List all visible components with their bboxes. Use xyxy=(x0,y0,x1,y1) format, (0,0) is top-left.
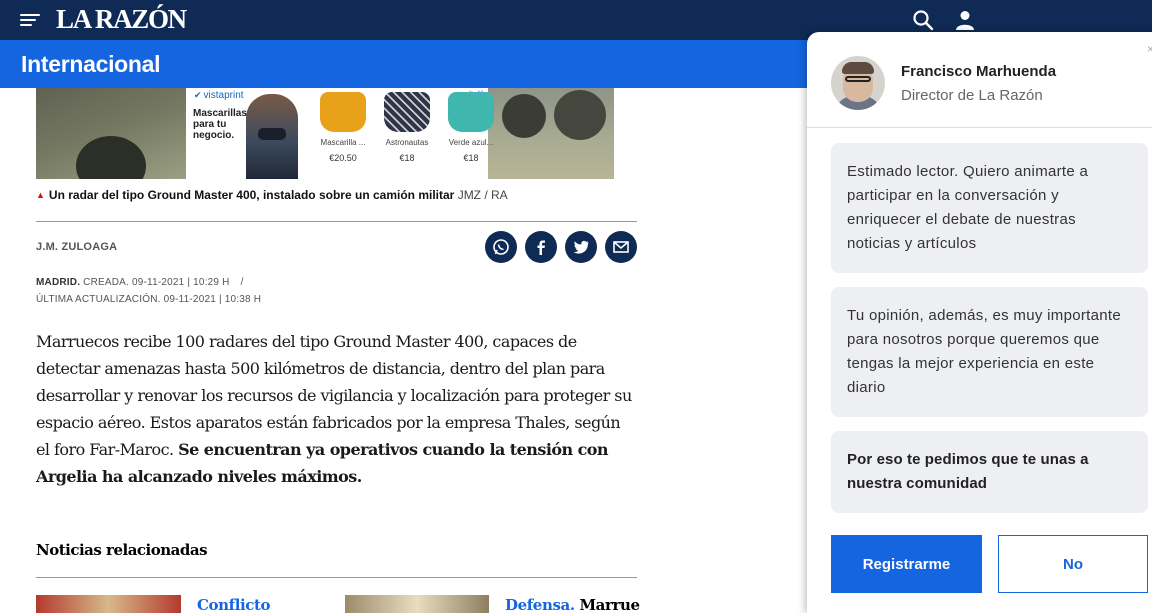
related-thumbnail[interactable] xyxy=(345,595,489,613)
caption-triangle-icon: ▲ xyxy=(36,190,45,200)
related-link[interactable]: Conflicto xyxy=(197,596,271,613)
register-button[interactable]: Registrarme xyxy=(831,535,982,593)
hamburger-menu-icon[interactable] xyxy=(20,12,40,28)
whatsapp-icon xyxy=(493,239,509,255)
ad-product-name: Astronautas xyxy=(385,138,429,147)
decline-button[interactable]: No xyxy=(998,535,1148,593)
share-email-button[interactable] xyxy=(605,231,637,263)
caption-text: Un radar del tipo Ground Master 400, ins… xyxy=(48,188,455,202)
share-twitter-button[interactable] xyxy=(565,231,597,263)
ad-headline: Mascarillas para tu negocio. xyxy=(193,108,247,141)
message-bubble: Estimado lector. Quiero animarte a parti… xyxy=(831,143,1148,273)
ad-product[interactable]: Verde azul... €18 xyxy=(442,88,500,179)
share-facebook-button[interactable] xyxy=(525,231,557,263)
related-headline: Marrue xyxy=(579,596,640,613)
dateline-location: MADRID. xyxy=(36,277,81,288)
related-news-title: Noticias relacionadas xyxy=(36,541,208,559)
director-name: Francisco Marhuenda xyxy=(901,63,1057,80)
dateline-updated: ÚLTIMA ACTUALIZACIÓN. 09-11-2021 | 10:38… xyxy=(36,294,262,305)
date-separator: / xyxy=(240,277,244,288)
ad-product-name: Verde azul... xyxy=(448,138,494,147)
user-icon[interactable] xyxy=(954,9,976,31)
article-photo: vistaprint Mascarillas para tu negocio. … xyxy=(36,88,614,179)
related-tag: Defensa. xyxy=(505,596,575,613)
site-logo[interactable]: LA RAZÓN xyxy=(56,4,187,35)
facebook-icon xyxy=(537,240,545,255)
ad-product-price: €18 xyxy=(399,153,415,163)
search-icon[interactable] xyxy=(912,9,934,31)
ad-product-name: Mascarilla ... xyxy=(320,138,366,147)
related-link[interactable]: Defensa. Marrue xyxy=(505,596,640,613)
photo-left-part xyxy=(36,88,186,179)
close-icon[interactable]: × xyxy=(1147,42,1152,56)
photo-caption: ▲ Un radar del tipo Ground Master 400, in… xyxy=(36,188,508,202)
ad-product[interactable]: Astronautas €18 xyxy=(378,88,436,179)
message-bubble: Tu opinión, además, es muy importante pa… xyxy=(831,287,1148,417)
community-signup-panel: × Francisco Marhuenda Director de La Raz… xyxy=(807,32,1152,613)
advertisement[interactable]: vistaprint Mascarillas para tu negocio. … xyxy=(186,88,494,179)
dateline-created: MADRID. CREADA. 09-11-2021 | 10:29 H / xyxy=(36,277,244,288)
section-title[interactable]: Internacional xyxy=(21,51,161,78)
ad-model-image xyxy=(246,94,298,179)
avatar xyxy=(831,56,885,110)
divider xyxy=(36,221,637,222)
ad-brand: vistaprint xyxy=(194,90,244,101)
ad-product-price: €20.50 xyxy=(329,153,357,163)
ad-choices-icon[interactable]: ▷✕ xyxy=(470,88,484,99)
ad-product-price: €18 xyxy=(463,153,479,163)
message-bubble: Por eso te pedimos que te unas a nuestra… xyxy=(831,431,1148,513)
created-date: CREADA. 09-11-2021 | 10:29 H xyxy=(83,277,230,288)
divider xyxy=(807,127,1152,128)
article-author[interactable]: J.M. ZULOAGA xyxy=(36,241,117,253)
email-icon xyxy=(613,241,629,253)
divider xyxy=(36,577,637,578)
article-body: Marruecos recibe 100 radares del tipo Gr… xyxy=(36,328,636,490)
photo-right-part xyxy=(488,88,614,179)
twitter-icon xyxy=(573,240,589,254)
director-role: Director de La Razón xyxy=(901,87,1043,104)
photo-credit: JMZ / RA xyxy=(457,188,508,202)
related-tag: Conflicto xyxy=(197,596,271,613)
related-thumbnail[interactable] xyxy=(36,595,181,613)
ad-product[interactable]: Mascarilla ... €20.50 xyxy=(314,88,372,179)
share-whatsapp-button[interactable] xyxy=(485,231,517,263)
